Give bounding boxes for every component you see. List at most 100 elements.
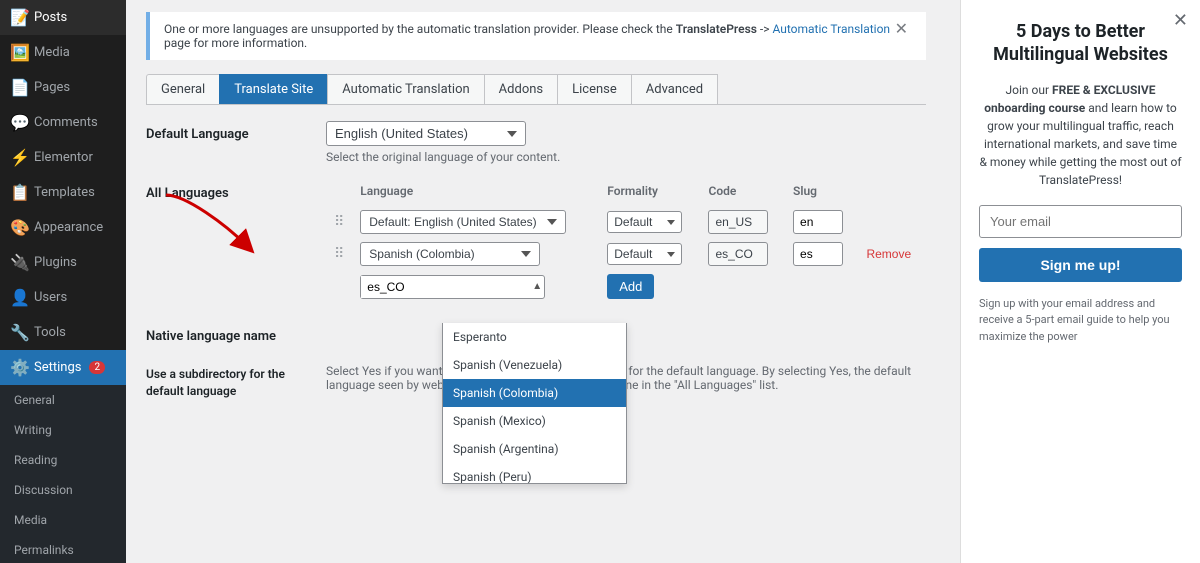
- panel-footer-text: Sign up with your email address and rece…: [979, 296, 1182, 346]
- plugins-icon: 🔌: [10, 253, 28, 272]
- tools-icon: 🔧: [10, 323, 28, 342]
- slug-input-2[interactable]: [793, 242, 843, 266]
- tab-license[interactable]: License: [557, 74, 632, 104]
- posts-icon: 📝: [10, 8, 28, 27]
- default-language-control: English (United States) Select the origi…: [326, 121, 926, 164]
- sidebar-item-label: Settings: [34, 360, 81, 375]
- sidebar-item-elementor[interactable]: ⚡ Elementor: [0, 140, 126, 175]
- sidebar-item-label: Posts: [34, 10, 67, 25]
- language-select-2[interactable]: Spanish (Colombia): [360, 242, 540, 266]
- submenu-label: Media: [14, 513, 47, 527]
- notice-text: One or more languages are unsupported by…: [164, 22, 891, 50]
- col-language: Language: [352, 180, 599, 206]
- table-row: ⠿ Spanish (Colombia) Default: [326, 238, 926, 270]
- panel-close-button[interactable]: ✕: [1173, 10, 1188, 31]
- sidebar-item-label: Media: [34, 45, 70, 60]
- signup-button[interactable]: Sign me up!: [979, 248, 1182, 282]
- sidebar-item-label: Templates: [34, 185, 95, 200]
- language-search-input[interactable]: [361, 276, 528, 298]
- dropdown-item[interactable]: Esperanto: [443, 323, 626, 351]
- panel-title: 5 Days to Better Multilingual Websites: [979, 20, 1182, 67]
- settings-icon: ⚙️: [10, 358, 28, 377]
- formality-select-2[interactable]: Default: [607, 243, 682, 265]
- default-language-select[interactable]: English (United States): [326, 121, 526, 146]
- sidebar-item-settings[interactable]: ⚙️ Settings 2: [0, 350, 126, 385]
- automatic-translation-link[interactable]: Automatic Translation: [772, 22, 890, 36]
- submenu-item-media[interactable]: Media: [0, 505, 126, 535]
- users-icon: 👤: [10, 288, 28, 307]
- dropdown-item[interactable]: Spanish (Peru): [443, 463, 626, 483]
- right-panel: ✕ 5 Days to Better Multilingual Websites…: [960, 0, 1200, 563]
- col-formality: Formality: [599, 180, 700, 206]
- all-languages-label: All Languages: [146, 180, 306, 201]
- tab-addons[interactable]: Addons: [484, 74, 558, 104]
- notice-close-button[interactable]: ✕: [891, 22, 912, 38]
- notice-banner: One or more languages are unsupported by…: [146, 12, 926, 60]
- templates-icon: 📋: [10, 183, 28, 202]
- sidebar-item-label: Tools: [34, 325, 66, 340]
- submenu-item-reading[interactable]: Reading: [0, 445, 126, 475]
- all-languages-row: All Languages Language Formality Code Sl…: [146, 180, 926, 303]
- settings-submenu: General Writing Reading Discussion Media…: [0, 385, 126, 563]
- add-language-button[interactable]: Add: [607, 274, 654, 299]
- code-input-1[interactable]: [708, 210, 768, 234]
- default-language-row: Default Language English (United States)…: [146, 121, 926, 164]
- dropdown-arrow-icon: ▲: [528, 281, 546, 292]
- pages-icon: 📄: [10, 78, 28, 97]
- col-slug: Slug: [785, 180, 858, 206]
- languages-table: Language Formality Code Slug ⠿: [326, 180, 926, 303]
- subdirectory-label: Use a subdirectory for the default langu…: [146, 360, 306, 400]
- sidebar-item-media[interactable]: 🖼️ Media: [0, 35, 126, 70]
- dropdown-item-selected[interactable]: Spanish (Colombia): [443, 379, 626, 407]
- drag-handle-icon[interactable]: ⠿: [334, 246, 344, 262]
- sidebar-item-label: Plugins: [34, 255, 77, 270]
- tab-automatic-translation[interactable]: Automatic Translation: [327, 74, 484, 104]
- sidebar-item-label: Pages: [34, 80, 70, 95]
- language-dropdown: Esperanto Spanish (Venezuela) Spanish (C…: [442, 323, 627, 484]
- media-icon: 🖼️: [10, 43, 28, 62]
- submenu-label: Permalinks: [14, 543, 74, 557]
- dropdown-item[interactable]: Spanish (Argentina): [443, 435, 626, 463]
- col-code: Code: [700, 180, 785, 206]
- sidebar-item-posts[interactable]: 📝 Posts: [0, 0, 126, 35]
- sidebar-item-tools[interactable]: 🔧 Tools: [0, 315, 126, 350]
- drag-handle-icon[interactable]: ⠿: [334, 214, 344, 230]
- submenu-label: Reading: [14, 453, 57, 467]
- sidebar-item-pages[interactable]: 📄 Pages: [0, 70, 126, 105]
- tab-general[interactable]: General: [146, 74, 220, 104]
- sidebar-item-label: Elementor: [34, 150, 93, 165]
- default-language-hint: Select the original language of your con…: [326, 150, 926, 164]
- native-language-label: Native language name: [146, 323, 306, 344]
- slug-input-1[interactable]: [793, 210, 843, 234]
- dropdown-item[interactable]: Spanish (Venezuela): [443, 351, 626, 379]
- sidebar-item-comments[interactable]: 💬 Comments: [0, 105, 126, 140]
- language-select-1[interactable]: Default: English (United States): [360, 210, 566, 234]
- add-language-row: ▲ Add: [326, 270, 926, 303]
- tab-translate-site[interactable]: Translate Site: [219, 74, 328, 104]
- dropdown-list: Esperanto Spanish (Venezuela) Spanish (C…: [443, 323, 626, 483]
- sidebar-item-appearance[interactable]: 🎨 Appearance: [0, 210, 126, 245]
- main-content: One or more languages are unsupported by…: [126, 0, 960, 563]
- all-languages-control: Language Formality Code Slug ⠿: [326, 180, 926, 303]
- submenu-item-general[interactable]: General: [0, 385, 126, 415]
- default-language-label: Default Language: [146, 121, 306, 142]
- formality-select-1[interactable]: Default: [607, 211, 682, 233]
- submenu-item-writing[interactable]: Writing: [0, 415, 126, 445]
- sidebar: 📝 Posts 🖼️ Media 📄 Pages 💬 Comments ⚡ El…: [0, 0, 126, 563]
- submenu-label: General: [14, 393, 55, 407]
- sidebar-item-users[interactable]: 👤 Users: [0, 280, 126, 315]
- remove-language-button[interactable]: Remove: [866, 247, 911, 261]
- sidebar-item-templates[interactable]: 📋 Templates: [0, 175, 126, 210]
- submenu-label: Writing: [14, 423, 52, 437]
- translatepress-link[interactable]: TranslatePress: [676, 22, 757, 36]
- submenu-item-discussion[interactable]: Discussion: [0, 475, 126, 505]
- dropdown-item[interactable]: Spanish (Mexico): [443, 407, 626, 435]
- sidebar-item-plugins[interactable]: 🔌 Plugins: [0, 245, 126, 280]
- code-input-2[interactable]: [708, 242, 768, 266]
- elementor-icon: ⚡: [10, 148, 28, 167]
- email-input[interactable]: [979, 205, 1182, 238]
- table-row: ⠿ Default: English (United States) Defau…: [326, 206, 926, 238]
- tabs-bar: General Translate Site Automatic Transla…: [146, 74, 926, 105]
- tab-advanced[interactable]: Advanced: [631, 74, 718, 104]
- submenu-item-permalinks[interactable]: Permalinks: [0, 535, 126, 563]
